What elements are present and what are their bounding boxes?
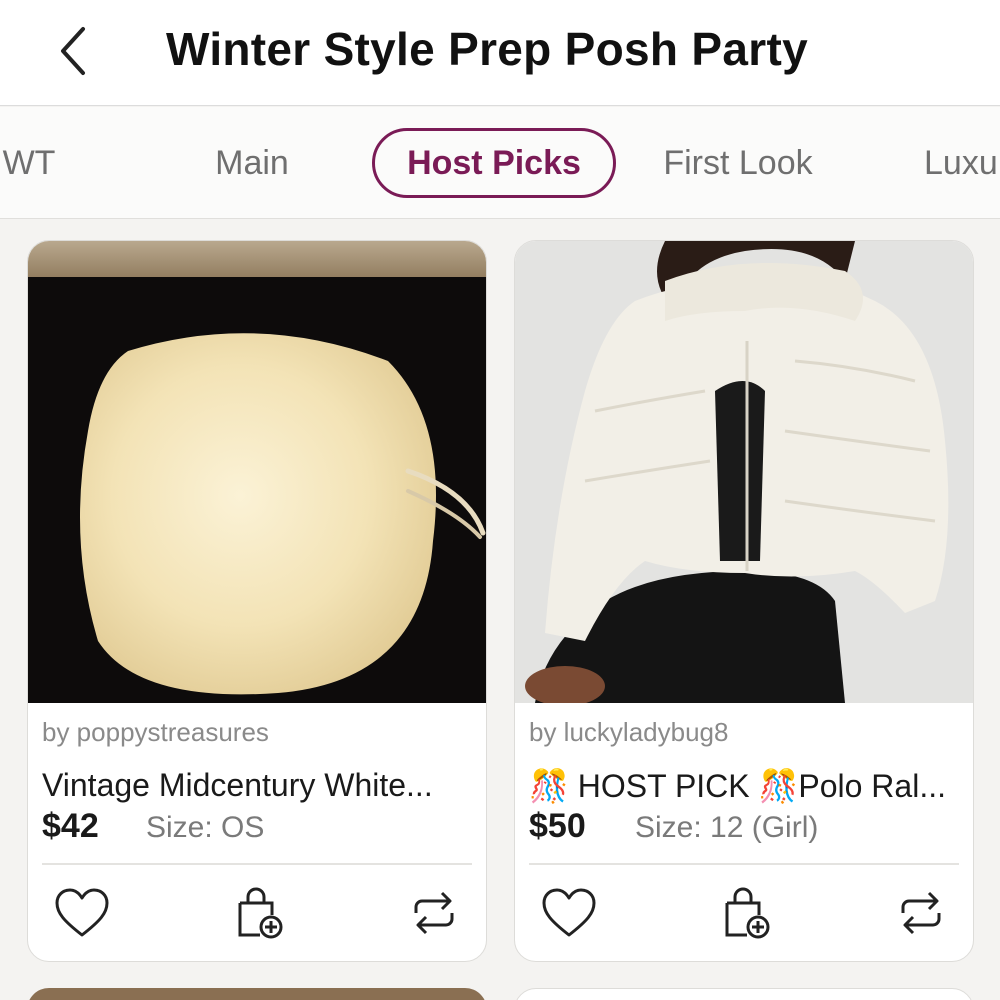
heart-icon: [542, 888, 596, 937]
listing-price: $42: [42, 807, 99, 845]
bag-plus-icon: [238, 887, 283, 939]
back-button[interactable]: [48, 22, 98, 80]
tab-main[interactable]: Main: [206, 128, 298, 198]
share-repost-icon: [901, 891, 941, 935]
page-title: Winter Style Prep Posh Party: [166, 23, 808, 75]
chevron-left-icon: [61, 27, 85, 75]
tab-luxury[interactable]: Luxu: [924, 128, 1000, 198]
listing-title[interactable]: 🎊 HOST PICK 🎊Polo Ral...: [529, 767, 969, 805]
listing-card[interactable]: by poppystreasures Vintage Midcentury Wh…: [27, 240, 487, 962]
listing-card-partial[interactable]: [514, 988, 974, 1000]
add-to-bundle-button[interactable]: [226, 881, 290, 945]
listing-card[interactable]: by luckyladybug8 🎊 HOST PICK 🎊Polo Ral..…: [514, 240, 974, 962]
party-popper-emoji: 🎊: [529, 768, 569, 804]
listing-price: $50: [529, 807, 586, 845]
card-divider: [42, 863, 472, 865]
listing-size: Size: 12 (Girl): [635, 811, 819, 844]
listing-image[interactable]: [515, 241, 973, 703]
listing-title-text: HOST PICK 🎊Polo Ral...: [577, 768, 946, 804]
listing-card-partial[interactable]: [27, 988, 487, 1000]
add-to-bundle-button[interactable]: [713, 881, 777, 945]
share-button[interactable]: [402, 881, 466, 945]
listing-title[interactable]: Vintage Midcentury White...: [42, 767, 482, 804]
listing-size: Size: OS: [146, 811, 265, 844]
tab-first-look[interactable]: First Look: [654, 128, 822, 198]
heart-icon: [55, 888, 109, 937]
tab-host-picks[interactable]: Host Picks: [372, 128, 616, 198]
card-divider: [529, 863, 959, 865]
like-button[interactable]: [537, 881, 601, 945]
seller-name[interactable]: by poppystreasures: [42, 717, 269, 748]
share-repost-icon: [414, 891, 454, 935]
bag-plus-icon: [725, 887, 770, 939]
share-button[interactable]: [889, 881, 953, 945]
like-button[interactable]: [50, 881, 114, 945]
seller-name[interactable]: by luckyladybug8: [529, 717, 728, 748]
top-header: Winter Style Prep Posh Party: [0, 0, 1000, 106]
tab-wt[interactable]: WT: [0, 128, 64, 198]
listing-image[interactable]: [28, 241, 486, 703]
